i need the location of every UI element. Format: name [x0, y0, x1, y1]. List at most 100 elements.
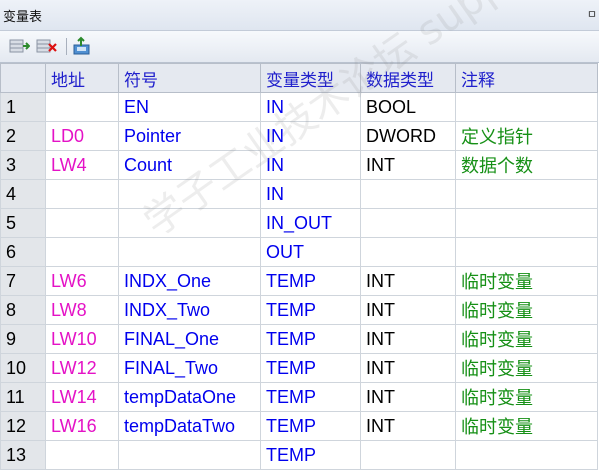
symbol-cell[interactable]: Pointer	[118, 121, 261, 151]
variable-type-cell[interactable]: TEMP	[260, 440, 361, 470]
row-number[interactable]: 4	[0, 179, 46, 209]
symbol-cell[interactable]: tempDataOne	[118, 382, 261, 412]
address-cell[interactable]: LW14	[45, 382, 119, 412]
data-type-cell[interactable]: INT	[360, 411, 456, 441]
row-number[interactable]: 7	[0, 266, 46, 296]
symbol-cell[interactable]	[118, 208, 261, 238]
variable-type-cell[interactable]: IN	[260, 121, 361, 151]
data-type-cell[interactable]	[360, 237, 456, 267]
row-number[interactable]: 6	[0, 237, 46, 267]
address-cell[interactable]	[45, 179, 119, 209]
comment-cell[interactable]	[455, 440, 598, 470]
comment-cell[interactable]: 临时变量	[455, 324, 598, 354]
symbol-cell[interactable]: INDX_Two	[118, 295, 261, 325]
variable-type-cell[interactable]: IN_OUT	[260, 208, 361, 238]
row-number[interactable]: 13	[0, 440, 46, 470]
insert-row-icon[interactable]	[8, 36, 31, 56]
pin-icon[interactable]: ㅁ	[587, 6, 597, 22]
address-cell[interactable]: LW4	[45, 150, 119, 180]
address-cell[interactable]	[45, 237, 119, 267]
row-number[interactable]: 12	[0, 411, 46, 441]
symbol-cell[interactable]	[118, 440, 261, 470]
table-row[interactable]: 5 IN_OUT	[0, 208, 598, 238]
header-address[interactable]: 地址	[45, 63, 119, 93]
row-number[interactable]: 8	[0, 295, 46, 325]
symbol-cell[interactable]: FINAL_Two	[118, 353, 261, 383]
symbol-cell[interactable]: FINAL_One	[118, 324, 261, 354]
variable-type-cell[interactable]: OUT	[260, 237, 361, 267]
address-cell[interactable]	[45, 208, 119, 238]
address-cell[interactable]: LW6	[45, 266, 119, 296]
variable-type-cell[interactable]: TEMP	[260, 266, 361, 296]
data-type-cell[interactable]: INT	[360, 295, 456, 325]
data-type-cell[interactable]: INT	[360, 150, 456, 180]
comment-cell[interactable]: 定义指针	[455, 121, 598, 151]
variable-type-cell[interactable]: TEMP	[260, 295, 361, 325]
variable-type-cell[interactable]: TEMP	[260, 324, 361, 354]
row-number[interactable]: 11	[0, 382, 46, 412]
table-row[interactable]: 1 EN IN BOOL	[0, 92, 598, 122]
comment-cell[interactable]: 临时变量	[455, 353, 598, 383]
table-row[interactable]: 9 LW10 FINAL_One TEMP INT 临时变量	[0, 324, 598, 354]
variable-type-cell[interactable]: IN	[260, 92, 361, 122]
symbol-cell[interactable]	[118, 179, 261, 209]
symbol-cell[interactable]: EN	[118, 92, 261, 122]
header-comment[interactable]: 注释	[455, 63, 598, 93]
address-cell[interactable]: LD0	[45, 121, 119, 151]
comment-cell[interactable]	[455, 208, 598, 238]
row-number[interactable]: 5	[0, 208, 46, 238]
variable-type-cell[interactable]: IN	[260, 179, 361, 209]
symbol-cell[interactable]	[118, 237, 261, 267]
address-cell[interactable]: LW16	[45, 411, 119, 441]
table-row[interactable]: 12 LW16 tempDataTwo TEMP INT 临时变量	[0, 411, 598, 441]
row-number[interactable]: 2	[0, 121, 46, 151]
comment-cell[interactable]: 数据个数	[455, 150, 598, 180]
table-row[interactable]: 6 OUT	[0, 237, 598, 267]
address-cell[interactable]	[45, 440, 119, 470]
comment-cell[interactable]	[455, 179, 598, 209]
data-type-cell[interactable]	[360, 179, 456, 209]
variable-type-cell[interactable]: TEMP	[260, 411, 361, 441]
delete-row-icon[interactable]	[36, 36, 58, 56]
row-number[interactable]: 10	[0, 353, 46, 383]
comment-cell[interactable]: 临时变量	[455, 411, 598, 441]
data-type-cell[interactable]	[360, 208, 456, 238]
data-type-cell[interactable]: INT	[360, 382, 456, 412]
variable-type-cell[interactable]: IN	[260, 150, 361, 180]
export-icon[interactable]	[71, 36, 93, 56]
table-row[interactable]: 7 LW6 INDX_One TEMP INT 临时变量	[0, 266, 598, 296]
comment-cell[interactable]: 临时变量	[455, 295, 598, 325]
variable-type-cell[interactable]: TEMP	[260, 382, 361, 412]
data-type-cell[interactable]: INT	[360, 353, 456, 383]
address-cell[interactable]	[45, 92, 119, 122]
address-cell[interactable]: LW10	[45, 324, 119, 354]
symbol-cell[interactable]: tempDataTwo	[118, 411, 261, 441]
table-row[interactable]: 10 LW12 FINAL_Two TEMP INT 临时变量	[0, 353, 598, 383]
comment-cell[interactable]: 临时变量	[455, 266, 598, 296]
row-number[interactable]: 3	[0, 150, 46, 180]
comment-cell[interactable]: 临时变量	[455, 382, 598, 412]
address-cell[interactable]: LW12	[45, 353, 119, 383]
data-type-cell[interactable]: BOOL	[360, 92, 456, 122]
table-row[interactable]: 11 LW14 tempDataOne TEMP INT 临时变量	[0, 382, 598, 412]
table-row[interactable]: 13 TEMP	[0, 440, 598, 470]
header-variable-type[interactable]: 变量类型	[260, 63, 361, 93]
comment-cell[interactable]	[455, 92, 598, 122]
address-cell[interactable]: LW8	[45, 295, 119, 325]
row-number[interactable]: 1	[0, 92, 46, 122]
table-row[interactable]: 3 LW4 Count IN INT 数据个数	[0, 150, 598, 180]
header-symbol[interactable]: 符号	[118, 63, 261, 93]
variable-type-cell[interactable]: TEMP	[260, 353, 361, 383]
symbol-cell[interactable]: Count	[118, 150, 261, 180]
header-data-type[interactable]: 数据类型	[360, 63, 456, 93]
symbol-cell[interactable]: INDX_One	[118, 266, 261, 296]
comment-cell[interactable]	[455, 237, 598, 267]
data-type-cell[interactable]: INT	[360, 266, 456, 296]
data-type-cell[interactable]: DWORD	[360, 121, 456, 151]
data-type-cell[interactable]	[360, 440, 456, 470]
row-number[interactable]: 9	[0, 324, 46, 354]
table-row[interactable]: 2 LD0 Pointer IN DWORD 定义指针	[0, 121, 598, 151]
table-row[interactable]: 4 IN	[0, 179, 598, 209]
table-row[interactable]: 8 LW8 INDX_Two TEMP INT 临时变量	[0, 295, 598, 325]
header-corner[interactable]	[0, 63, 46, 93]
